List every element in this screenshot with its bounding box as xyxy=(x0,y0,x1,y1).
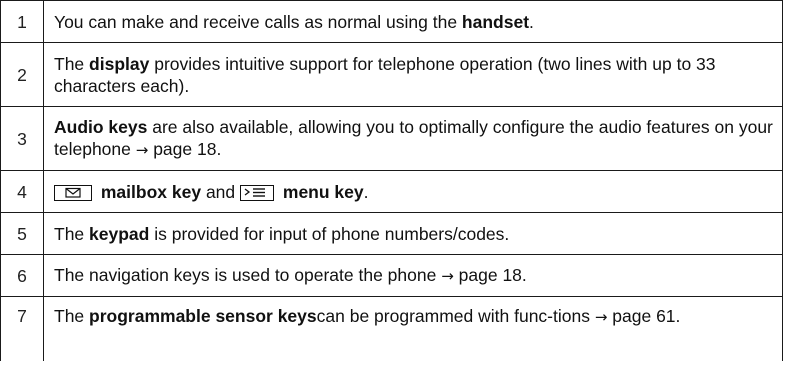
row-text: The navigation keys is used to operate t… xyxy=(43,254,783,297)
text-plain: and xyxy=(201,181,241,202)
row-text: The keypad is provided for input of phon… xyxy=(43,212,783,255)
row-text: You can make and receive calls as normal… xyxy=(43,0,783,43)
text-plain: provides intuitive support for telephone… xyxy=(54,53,716,96)
row-text: The programmable sensor keyscan be progr… xyxy=(43,296,783,361)
page-reference-link[interactable]: page 61. xyxy=(607,306,680,326)
row-number: 7 xyxy=(0,296,44,361)
legend-row-2: 2 The display provides intuitive support… xyxy=(0,42,783,107)
row-number: 1 xyxy=(0,0,44,43)
arrow-icon: → xyxy=(441,267,454,285)
arrow-icon: → xyxy=(135,141,149,159)
row-text: Audio keys are also available, allowing … xyxy=(43,106,783,171)
text-plain: is provided for input of phone numbers/c… xyxy=(149,223,510,244)
legend-row-4: 4 mailbox key and menu key. xyxy=(0,170,783,213)
mailbox-envelope-icon xyxy=(54,184,92,201)
row-text: mailbox key and menu key. xyxy=(43,170,783,213)
legend-row-6: 6 The navigation keys is used to operate… xyxy=(0,254,783,297)
text-bold-term: display xyxy=(89,53,150,74)
text-plain: The navigation keys is used to operate t… xyxy=(54,265,442,285)
row-number: 2 xyxy=(0,42,44,107)
text-bold-term: Audio keys xyxy=(54,117,148,137)
row-number: 4 xyxy=(0,170,44,213)
mailbox-key-label: mailbox key xyxy=(100,181,202,202)
text-plain: can be programmed with func-tions xyxy=(316,306,595,326)
text-bold-term: keypad xyxy=(89,223,150,244)
legend-row-3: 3 Audio keys are also available, allowin… xyxy=(0,106,783,171)
row-number: 5 xyxy=(0,212,44,255)
text-plain: You can make and receive calls as normal… xyxy=(54,11,462,32)
legend-row-5: 5 The keypad is provided for input of ph… xyxy=(0,212,783,255)
text-plain: The xyxy=(54,223,90,244)
page-reference-link[interactable]: page 18. xyxy=(148,139,221,159)
text-plain: The xyxy=(54,306,90,326)
text-plain: The xyxy=(54,53,90,74)
legend-table: 1 You can make and receive calls as norm… xyxy=(0,0,783,361)
page-reference-link[interactable]: page 18. xyxy=(454,265,527,285)
row-text: The display provides intuitive support f… xyxy=(43,42,783,107)
text-bold-term: programmable sensor keys xyxy=(89,306,317,326)
text-bold-term: handset xyxy=(461,11,530,32)
row-number: 3 xyxy=(0,106,44,171)
arrow-icon: → xyxy=(594,308,608,326)
text-plain: . xyxy=(529,11,534,32)
text-plain: . xyxy=(363,181,369,202)
legend-row-1: 1 You can make and receive calls as norm… xyxy=(0,0,783,43)
row-number: 6 xyxy=(0,254,44,297)
menu-key-label: menu key xyxy=(282,181,364,202)
legend-row-7: 7 The programmable sensor keyscan be pro… xyxy=(0,296,783,361)
menu-list-icon xyxy=(240,184,275,201)
